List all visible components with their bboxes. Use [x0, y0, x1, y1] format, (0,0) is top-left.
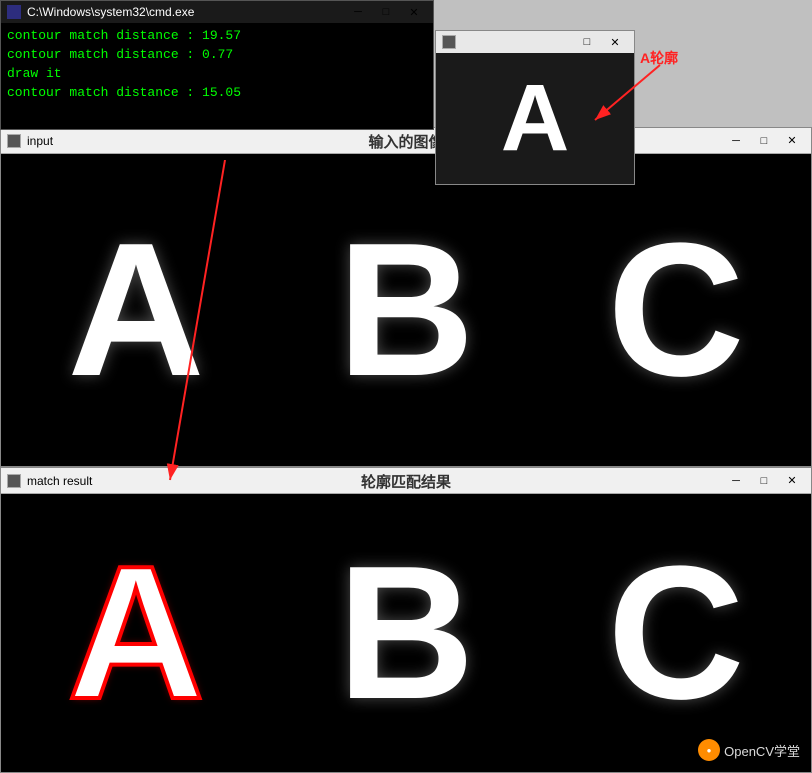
input-window-icon	[7, 134, 21, 148]
contour-close-button[interactable]: ✕	[602, 32, 628, 52]
match-maximize-button[interactable]: □	[751, 471, 777, 491]
cmd-icon	[7, 5, 21, 19]
match-label-zh: 轮廓匹配结果	[361, 471, 451, 492]
contour-arrow-label: A轮廓	[640, 48, 678, 68]
input-close-button[interactable]: ✕	[779, 131, 805, 151]
input-minimize-button[interactable]: ─	[723, 131, 749, 151]
cmd-close-button[interactable]: ✕	[401, 2, 427, 22]
input-maximize-button[interactable]: □	[751, 131, 777, 151]
watermark: ● OpenCV学堂	[698, 739, 800, 761]
input-image-content: A B C	[1, 154, 811, 466]
a-contour-popup: □ ✕ A	[435, 30, 635, 185]
input-letter-c: C	[607, 215, 744, 405]
input-titlebar: input 输入的图像 ─ □ ✕	[1, 128, 811, 154]
svg-text:●: ●	[707, 746, 712, 755]
input-controls: ─ □ ✕	[723, 131, 805, 151]
contour-image: A	[436, 53, 634, 184]
cmd-window: C:\Windows\system32\cmd.exe ─ □ ✕ contou…	[0, 0, 434, 130]
match-window-icon	[7, 474, 21, 488]
cmd-maximize-button[interactable]: □	[373, 2, 399, 22]
input-window: input 输入的图像 ─ □ ✕ A B C	[0, 127, 812, 467]
cmd-titlebar: C:\Windows\system32\cmd.exe ─ □ ✕	[1, 1, 433, 23]
contour-maximize-button[interactable]: □	[574, 32, 600, 52]
cmd-line-4: contour match distance : 15.05	[7, 84, 427, 103]
input-letter-b: B	[337, 215, 474, 405]
match-close-button[interactable]: ✕	[779, 471, 805, 491]
match-letter-a: A	[67, 538, 204, 728]
cmd-minimize-button[interactable]: ─	[345, 2, 371, 22]
match-window: match result 轮廓匹配结果 ─ □ ✕ A B C	[0, 467, 812, 773]
match-image-content: A B C	[1, 494, 811, 772]
match-titlebar: match result 轮廓匹配结果 ─ □ ✕	[1, 468, 811, 494]
watermark-text: OpenCV学堂	[724, 741, 800, 760]
cmd-line-2: contour match distance : 0.77	[7, 46, 427, 65]
input-label-zh: 输入的图像	[368, 131, 443, 152]
contour-icon	[442, 35, 456, 49]
contour-letter-a: A	[501, 71, 570, 166]
watermark-logo: ●	[698, 739, 720, 761]
cmd-controls: ─ □ ✕	[345, 2, 427, 22]
match-letter-b: B	[337, 538, 474, 728]
contour-titlebar: □ ✕	[436, 31, 634, 53]
cmd-output: contour match distance : 19.57 contour m…	[1, 23, 433, 106]
cmd-line-1: contour match distance : 19.57	[7, 27, 427, 46]
match-controls: ─ □ ✕	[723, 471, 805, 491]
cmd-title: C:\Windows\system32\cmd.exe	[27, 5, 339, 19]
contour-controls: □ ✕	[574, 32, 628, 52]
cmd-line-3: draw it	[7, 65, 427, 84]
match-minimize-button[interactable]: ─	[723, 471, 749, 491]
match-letter-c: C	[607, 538, 744, 728]
input-letter-a: A	[67, 215, 204, 405]
